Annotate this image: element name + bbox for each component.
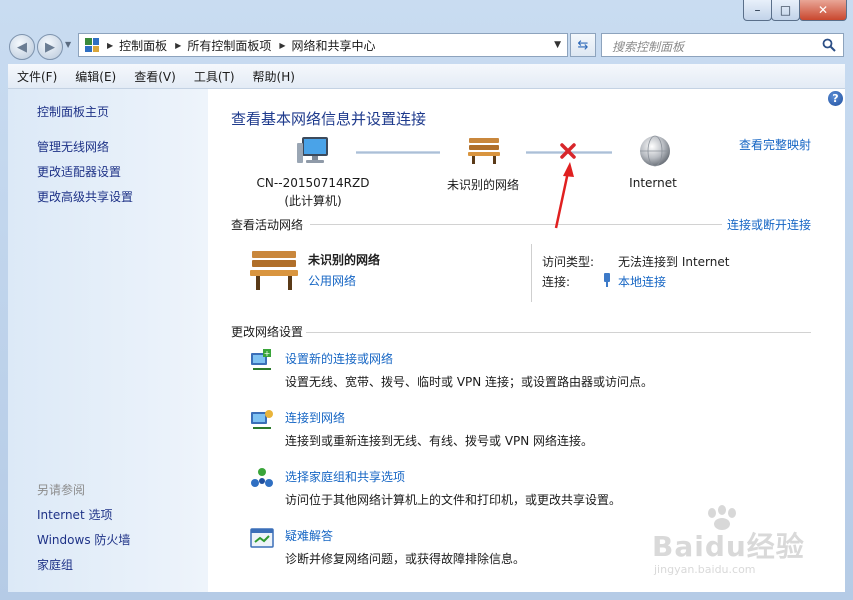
section-divider <box>310 224 722 225</box>
help-icon[interactable]: ? <box>828 91 843 106</box>
access-type-value: 无法连接到 Internet <box>618 255 730 269</box>
arrow-left-icon: ◀ <box>17 39 27 55</box>
menu-view[interactable]: 查看(V) <box>125 68 185 85</box>
internet-node-label: Internet <box>629 176 677 190</box>
minimize-icon: – <box>754 3 761 17</box>
back-button[interactable]: ◀ <box>9 34 35 60</box>
menu-help[interactable]: 帮助(H) <box>244 68 304 85</box>
maximize-button[interactable]: □ <box>771 0 800 21</box>
search-input[interactable]: 搜索控制面板 <box>601 33 844 57</box>
navigation-bar: ◀ ▶ ▼ ▶ 控制面板 ▶ 所有控制面板项 ▶ 网络和共享中心 ▼ ⇆ 搜索控… <box>0 30 853 62</box>
computer-name: CN--20150714RZD <box>256 176 370 190</box>
page-title: 查看基本网络信息并设置连接 <box>231 110 427 128</box>
history-dropdown-icon[interactable]: ▼ <box>65 40 71 49</box>
sidebar-item-firewall[interactable]: Windows 防火墙 <box>37 531 130 548</box>
computer-subtitle: (此计算机) <box>284 194 342 208</box>
title-bar: – □ ✕ <box>0 0 853 30</box>
task-setup-connection-desc: 设置无线、宽带、拨号、临时或 VPN 连接；或设置路由器或访问点。 <box>285 375 654 389</box>
vertical-divider <box>531 244 532 302</box>
task-setup-connection-link[interactable]: 设置新的连接或网络 <box>285 350 393 367</box>
control-panel-icon <box>85 38 99 52</box>
network-type-link[interactable]: 公用网络 <box>308 272 356 289</box>
refresh-icon: ⇆ <box>577 37 589 53</box>
close-button[interactable]: ✕ <box>799 0 847 21</box>
sidebar-item-adapter[interactable]: 更改适配器设置 <box>37 163 121 180</box>
local-connection-link[interactable]: 本地连接 <box>618 273 666 290</box>
error-x-icon[interactable] <box>558 141 578 161</box>
search-placeholder: 搜索控制面板 <box>612 40 685 54</box>
sidebar-item-wireless[interactable]: 管理无线网络 <box>37 138 109 155</box>
task-homegroup-link[interactable]: 选择家庭组和共享选项 <box>285 468 405 485</box>
breadcrumb-separator-icon[interactable]: ▶ <box>279 41 285 50</box>
sidebar-item-homegroup[interactable]: 家庭组 <box>37 556 73 573</box>
see-also-heading: 另请参阅 <box>37 483 86 497</box>
ethernet-icon <box>604 273 610 287</box>
breadcrumb-item[interactable]: 所有控制面板项 <box>187 37 271 54</box>
sidebar-item-internet-options[interactable]: Internet 选项 <box>37 506 112 523</box>
watermark-brand: Baidu经验 <box>652 530 805 563</box>
sidebar-item-home[interactable]: 控制面板主页 <box>37 103 109 120</box>
menu-file[interactable]: 文件(F) <box>8 68 66 85</box>
computer-icon[interactable] <box>296 135 332 167</box>
breadcrumb-separator-icon[interactable]: ▶ <box>107 41 113 50</box>
maximize-icon: □ <box>779 3 792 17</box>
svg-text:+: + <box>264 349 271 358</box>
task-troubleshoot-desc: 诊断并修复网络问题，或获得故障排除信息。 <box>285 552 526 566</box>
breadcrumb-item[interactable]: 网络和共享中心 <box>292 37 376 54</box>
arrow-right-icon: ▶ <box>45 39 55 55</box>
search-icon[interactable] <box>821 37 837 53</box>
bench-icon[interactable] <box>466 135 502 165</box>
menu-bar: 文件(F) 编辑(E) 查看(V) 工具(T) 帮助(H) <box>8 64 845 89</box>
menu-tools[interactable]: 工具(T) <box>185 68 244 85</box>
sidebar-item-sharing[interactable]: 更改高级共享设置 <box>37 188 133 205</box>
breadcrumb-item[interactable]: 控制面板 <box>119 37 167 54</box>
connection-line <box>356 151 440 154</box>
window: – □ ✕ ◀ ▶ ▼ ▶ 控制面板 ▶ 所有控制面板项 ▶ 网络和共享中心 ▼… <box>0 0 853 600</box>
active-network-name: 未识别的网络 <box>308 253 381 267</box>
bench-icon <box>250 251 298 290</box>
address-dropdown-icon[interactable]: ▼ <box>554 40 561 50</box>
section-divider <box>306 332 811 333</box>
watermark-url: jingyan.baidu.com <box>654 563 756 576</box>
minimize-button[interactable]: – <box>743 0 772 21</box>
change-settings-heading: 更改网络设置 <box>231 325 304 339</box>
new-connection-icon: + <box>251 349 271 370</box>
task-troubleshoot-link[interactable]: 疑难解答 <box>285 527 333 544</box>
breadcrumb: ▶ 控制面板 ▶ 所有控制面板项 ▶ 网络和共享中心 <box>99 37 376 54</box>
sidebar: 控制面板主页 管理无线网络 更改适配器设置 更改高级共享设置 另请参阅 Inte… <box>8 89 208 592</box>
forward-button[interactable]: ▶ <box>37 34 63 60</box>
task-homegroup-desc: 访问位于其他网络计算机上的文件和打印机，或更改共享设置。 <box>285 493 622 507</box>
baidu-watermark: Baidu经验 jingyan.baidu.com <box>642 505 812 585</box>
homegroup-icon <box>251 468 273 487</box>
network-node-label: 未识别的网络 <box>446 178 519 192</box>
globe-icon[interactable] <box>638 134 672 168</box>
full-map-link[interactable]: 查看完整映射 <box>739 136 811 153</box>
connect-disconnect-link[interactable]: 连接或断开连接 <box>727 216 811 233</box>
task-connect-network-desc: 连接到或重新连接到无线、有线、拨号或 VPN 网络连接。 <box>285 434 594 448</box>
refresh-button[interactable]: ⇆ <box>570 33 596 57</box>
active-networks-heading: 查看活动网络 <box>231 218 304 232</box>
menu-edit[interactable]: 编辑(E) <box>66 68 125 85</box>
task-connect-network-link[interactable]: 连接到网络 <box>285 409 345 426</box>
breadcrumb-separator-icon[interactable]: ▶ <box>175 41 181 50</box>
address-bar[interactable]: ▶ 控制面板 ▶ 所有控制面板项 ▶ 网络和共享中心 ▼ <box>78 33 568 57</box>
troubleshoot-icon <box>250 528 274 548</box>
connection-label: 连接: <box>542 275 571 289</box>
access-type-label: 访问类型: <box>542 255 595 269</box>
close-icon: ✕ <box>817 3 829 17</box>
connect-network-icon <box>251 410 273 429</box>
